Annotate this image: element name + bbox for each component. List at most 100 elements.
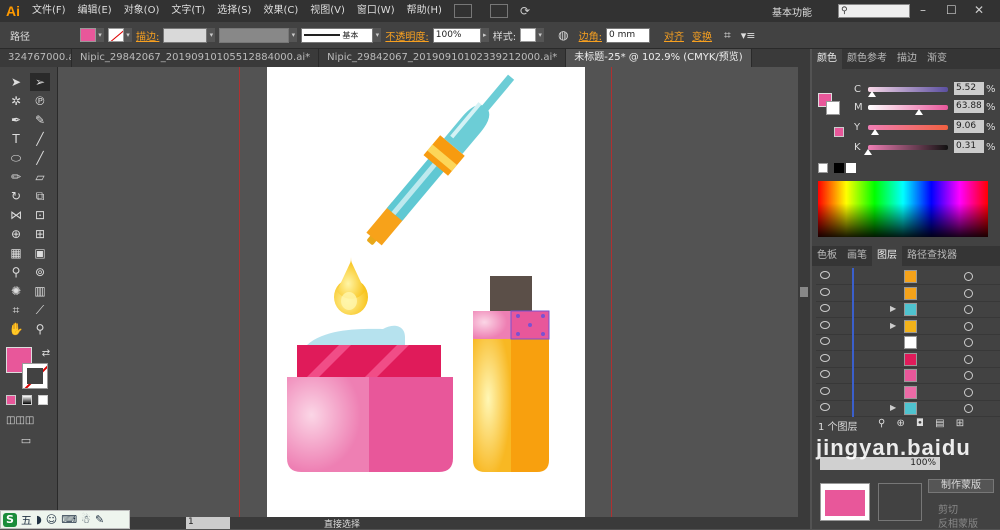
paintbrush-icon[interactable]: ╱ <box>30 149 50 167</box>
none-swatch[interactable] <box>818 163 828 173</box>
slider-thumb-icon[interactable] <box>915 109 924 115</box>
gradient-tool-icon[interactable]: ▣ <box>30 244 50 262</box>
stroke-label[interactable]: 描边: <box>136 28 159 43</box>
corner-field[interactable]: 0 mm <box>605 27 650 43</box>
column-graph-icon[interactable]: ▥ <box>30 282 50 300</box>
stroke-color-box[interactable] <box>22 363 48 389</box>
isolate-icon[interactable]: ⌗ <box>724 28 731 43</box>
gradient-mode-icon[interactable] <box>22 395 32 405</box>
search-input[interactable]: ⚲ <box>838 4 910 18</box>
opacity-label[interactable]: 不透明度: <box>385 28 428 43</box>
opacity-dropdown[interactable]: ▸ <box>480 28 489 42</box>
layer-row[interactable]: ▶ <box>816 400 1000 417</box>
draw-mode-icon[interactable]: ◫◫◫ <box>6 412 34 430</box>
black-value[interactable]: 0.31 <box>954 140 984 153</box>
mesh-tool-icon[interactable]: ▦ <box>6 244 26 262</box>
visibility-eye-icon[interactable] <box>820 370 830 378</box>
menu-window[interactable]: 窗口(W) <box>351 0 401 22</box>
pen-tool-icon[interactable]: ✒ <box>6 111 26 129</box>
stroke-weight-dropdown[interactable]: ▾ <box>207 28 216 42</box>
tab-doc-1[interactable]: 324767000.ai* <box>0 49 72 67</box>
black-swatch[interactable] <box>834 163 844 173</box>
close-icon[interactable]: ✕ <box>974 3 984 17</box>
cyan-value[interactable]: 5.52 <box>954 82 984 95</box>
clip-checkbox[interactable]: 剪切 <box>938 501 958 516</box>
stroke-weight-field[interactable] <box>163 27 208 43</box>
maximize-icon[interactable]: ☐ <box>946 3 957 17</box>
variable-width-field[interactable] <box>219 27 290 43</box>
stroke-dropdown[interactable]: ▾ <box>124 28 132 42</box>
selection-tool-icon[interactable]: ➤ <box>6 73 26 91</box>
layer-row[interactable]: ▶ <box>816 301 1000 318</box>
target-circle-icon[interactable] <box>964 288 973 298</box>
style-dropdown[interactable]: ▾ <box>536 28 545 42</box>
tab-color[interactable]: 颜色 <box>812 49 842 69</box>
yellow-value[interactable]: 9.06 <box>954 120 984 133</box>
target-circle-icon[interactable] <box>964 272 973 281</box>
visibility-eye-icon[interactable] <box>820 287 830 296</box>
recolor-icon[interactable]: ◍ <box>558 28 568 42</box>
artboard-number-field[interactable]: 1 <box>186 517 230 529</box>
brush-style-field[interactable]: 基本 <box>301 27 374 43</box>
last-color-swatch[interactable] <box>834 127 844 137</box>
settings-icon[interactable]: ✎ <box>95 513 104 526</box>
tab-gradient[interactable]: 渐变 <box>922 49 952 69</box>
visibility-eye-icon[interactable] <box>820 386 830 395</box>
layer-row[interactable] <box>816 334 1000 351</box>
canvas-area[interactable] <box>58 67 798 517</box>
tab-doc-active[interactable]: 未标题-25* @ 102.9% (CMYK/预览) <box>566 49 752 67</box>
menu-edit[interactable]: 编辑(E) <box>72 0 118 22</box>
fill-swatch[interactable] <box>80 28 96 42</box>
layer-row[interactable]: ▶ <box>816 317 1000 335</box>
variable-width-dropdown[interactable]: ▾ <box>289 28 298 42</box>
lasso-icon[interactable]: ℗ <box>30 92 50 110</box>
hand-tool-icon[interactable]: ✋ <box>6 320 26 338</box>
emoji-icon[interactable]: ☺ <box>46 513 57 526</box>
corner-label[interactable]: 边角: <box>579 28 602 43</box>
tab-swatches[interactable]: 色板 <box>812 246 842 266</box>
white-swatch[interactable] <box>846 163 856 173</box>
menu-file[interactable]: 文件(F) <box>26 0 72 22</box>
zoom-tool-icon[interactable]: ⚲ <box>30 320 50 338</box>
make-mask-button[interactable]: 制作蒙版 <box>928 479 994 493</box>
eraser-icon[interactable]: ▱ <box>30 168 50 186</box>
yellow-slider[interactable] <box>868 125 948 135</box>
color-mode-icon[interactable] <box>6 395 16 405</box>
expand-arrow-icon[interactable]: ▶ <box>890 304 896 313</box>
minimize-icon[interactable]: – <box>920 3 926 17</box>
visibility-eye-icon[interactable] <box>820 337 830 345</box>
slice-tool-icon[interactable]: ⟋ <box>30 301 50 319</box>
artboard-tool-icon[interactable]: ⌗ <box>6 301 26 319</box>
layer-row[interactable] <box>816 383 1000 401</box>
magenta-value[interactable]: 63.88 <box>954 100 984 113</box>
tab-stroke[interactable]: 描边 <box>892 49 922 69</box>
tab-layers[interactable]: 图层 <box>872 246 902 266</box>
direct-selection-tool-icon[interactable]: ➢ <box>30 73 50 91</box>
style-swatch[interactable] <box>520 28 537 42</box>
line-tool-icon[interactable]: ╱ <box>30 130 50 148</box>
target-circle-icon[interactable] <box>964 404 973 413</box>
menu-type[interactable]: 文字(T) <box>165 0 211 22</box>
menu-effect[interactable]: 效果(C) <box>257 0 304 22</box>
target-circle-icon[interactable] <box>964 305 973 314</box>
visibility-eye-icon[interactable] <box>820 320 830 329</box>
symbol-sprayer-icon[interactable]: ✺ <box>6 282 26 300</box>
slider-thumb-icon[interactable] <box>864 149 873 155</box>
artboard[interactable] <box>267 67 585 517</box>
scale-icon[interactable]: ⧉ <box>30 187 50 205</box>
stroke-swatch[interactable] <box>108 28 124 42</box>
brush-dropdown[interactable]: ▾ <box>373 28 382 42</box>
expand-arrow-icon[interactable]: ▶ <box>890 403 896 412</box>
expand-arrow-icon[interactable]: ▶ <box>890 321 896 330</box>
tab-pathfinder[interactable]: 路径查找器 <box>902 246 962 266</box>
fill-dropdown[interactable]: ▾ <box>96 28 104 42</box>
target-circle-icon[interactable] <box>964 321 973 331</box>
slider-thumb-icon[interactable] <box>868 91 877 97</box>
layer-row[interactable] <box>816 367 1000 384</box>
panel-menu-icon[interactable]: ▾≡ <box>741 29 756 42</box>
target-circle-icon[interactable] <box>964 338 973 347</box>
transform-link[interactable]: 变换 <box>692 28 712 43</box>
color-spectrum[interactable] <box>818 181 988 237</box>
visibility-eye-icon[interactable] <box>820 271 830 279</box>
menu-view[interactable]: 视图(V) <box>304 0 351 22</box>
